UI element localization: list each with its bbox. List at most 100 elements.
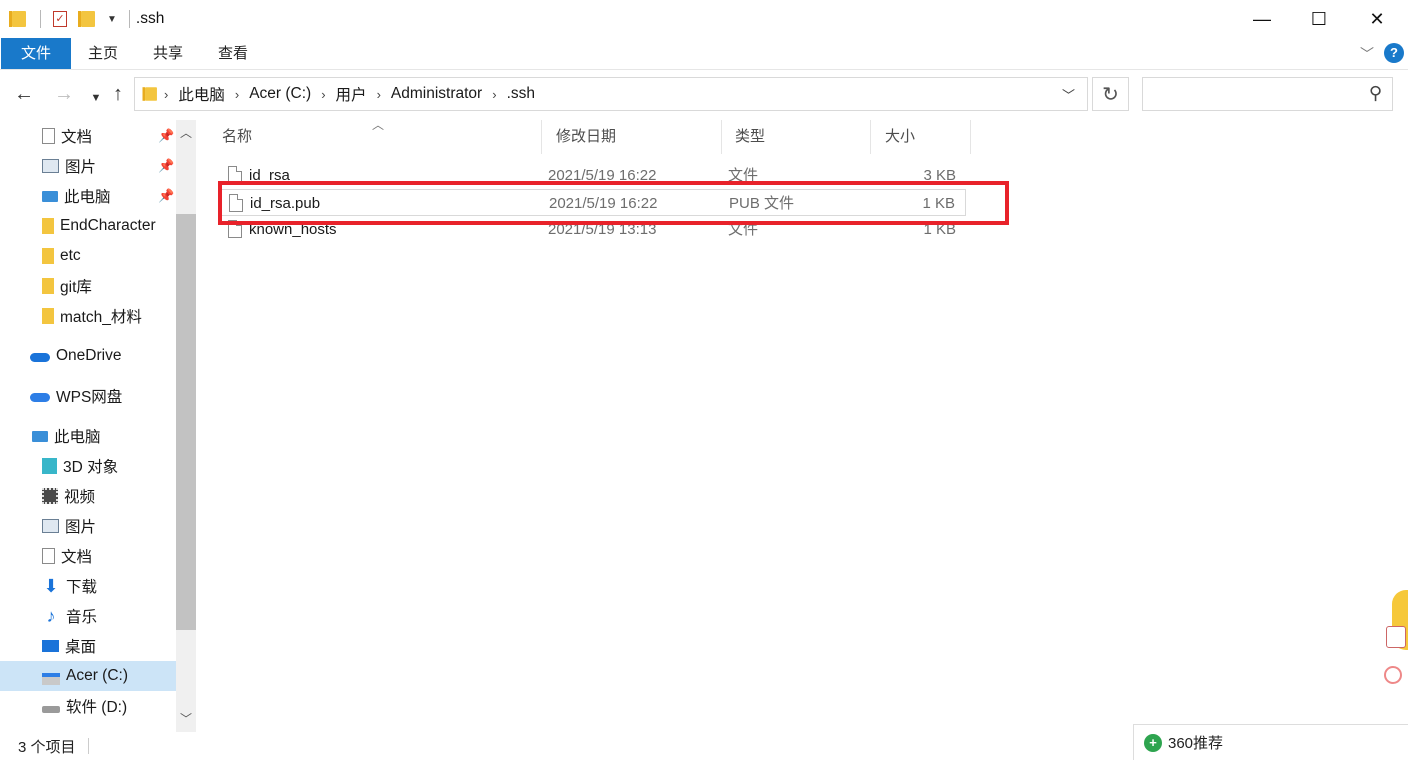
recent-locations-button[interactable]: ▼ — [84, 88, 108, 108]
sidebar-item-pictures[interactable]: 图片 — [42, 511, 96, 541]
file-size: 1 KB — [923, 221, 956, 238]
search-box[interactable]: ⚲ — [1142, 77, 1393, 111]
sidebar-item-endcharacter[interactable]: EndCharacter — [42, 211, 156, 241]
pin-icon[interactable]: 📌 — [158, 128, 174, 144]
document-icon — [42, 548, 55, 564]
navigation-bar: ← → ▼ ↑ › 此电脑 › Acer (C:) › 用户 › Adminis… — [0, 70, 1408, 118]
back-button[interactable]: ← — [12, 84, 36, 104]
sidebar-item-label: 3D 对象 — [63, 459, 119, 476]
sidebar-item-drive-d[interactable]: 软件 (D:) — [42, 691, 127, 721]
file-type: 文件 — [728, 167, 759, 184]
tab-file[interactable]: 文件 — [1, 38, 71, 69]
pin-icon[interactable]: 📌 — [158, 158, 174, 174]
sidebar-item-label: WPS网盘 — [56, 389, 123, 406]
file-date: 2021/5/19 13:13 — [548, 221, 657, 238]
file-row[interactable]: known_hosts 2021/5/19 13:13 文件 1 KB — [218, 216, 966, 243]
onedrive-icon — [30, 352, 50, 362]
drive-c-icon — [42, 673, 60, 685]
minimize-button[interactable]: — — [1233, 0, 1291, 38]
sidebar-item-music[interactable]: ♪ 音乐 — [42, 601, 98, 631]
breadcrumb-ssh[interactable]: .ssh — [507, 85, 535, 103]
sidebar-item-desktop[interactable]: 桌面 — [42, 631, 96, 661]
file-type: 文件 — [728, 221, 759, 238]
breadcrumb-this-pc[interactable]: 此电脑 — [178, 83, 225, 105]
chevron-right-icon[interactable]: › — [235, 87, 239, 102]
pin-icon[interactable]: 📌 — [158, 188, 174, 204]
sidebar-scroll-thumb[interactable] — [176, 214, 196, 630]
tab-view[interactable]: 查看 — [218, 38, 248, 69]
customize-toolbar-icon[interactable]: ▼ — [107, 14, 117, 25]
file-size: 3 KB — [923, 167, 956, 184]
sidebar-item-label: 图片 — [65, 159, 97, 176]
tab-share[interactable]: 共享 — [153, 38, 183, 69]
file-name: id_rsa — [249, 167, 290, 184]
chevron-right-icon[interactable]: › — [377, 87, 381, 102]
navigation-pane: 文档 📌 图片 📌 此电脑 📌 EndCharacter etc git库 ma… — [0, 120, 196, 732]
help-icon[interactable]: ? — [1384, 43, 1404, 63]
search-icon[interactable]: ⚲ — [1369, 83, 1382, 104]
sidebar-item-label: 下载 — [66, 579, 98, 596]
computer-icon — [32, 430, 48, 442]
column-header-type[interactable]: 类型 — [721, 120, 871, 154]
3d-objects-icon — [42, 458, 57, 474]
sidebar-item-wps[interactable]: WPS网盘 — [30, 381, 122, 411]
sidebar-item-match[interactable]: match_材料 — [42, 301, 142, 331]
file-row-focused[interactable]: id_rsa.pub 2021/5/19 16:22 PUB 文件 1 KB — [218, 189, 966, 216]
assistant-mascot[interactable] — [1382, 590, 1408, 690]
sidebar-item-downloads[interactable]: ⬇ 下载 — [42, 571, 97, 601]
properties-icon[interactable]: ✓ — [53, 11, 67, 27]
sidebar-item-documents[interactable]: 文档 — [42, 541, 92, 571]
folder-icon — [42, 308, 54, 324]
column-header-size[interactable]: 大小 — [871, 120, 971, 154]
scroll-down-icon[interactable]: ﹀ — [176, 710, 196, 727]
sidebar-item-3d-objects[interactable]: 3D 对象 — [42, 451, 118, 481]
sidebar-item-onedrive[interactable]: OneDrive — [30, 341, 121, 371]
file-row[interactable]: id_rsa 2021/5/19 16:22 文件 3 KB — [218, 162, 966, 189]
chevron-right-icon[interactable]: › — [164, 87, 168, 102]
sidebar-item-etc[interactable]: etc — [42, 241, 81, 271]
desktop-icon — [42, 640, 59, 652]
recommend-360-popup[interactable]: + 360推荐 — [1133, 724, 1408, 760]
address-dropdown-icon[interactable]: ﹀ — [1062, 85, 1075, 104]
column-header-name[interactable]: 名称 — [208, 120, 542, 154]
breadcrumb-users[interactable]: 用户 — [336, 83, 367, 105]
chevron-right-icon[interactable]: › — [492, 87, 496, 102]
chevron-right-icon[interactable]: › — [321, 87, 325, 102]
new-folder-icon[interactable] — [78, 11, 95, 27]
search-input[interactable] — [1149, 78, 1353, 110]
sidebar-item-documents-qa[interactable]: 文档 — [42, 121, 92, 151]
sidebar-item-git[interactable]: git库 — [42, 271, 92, 301]
file-type: PUB 文件 — [729, 195, 795, 212]
refresh-button[interactable]: ↻ — [1092, 77, 1129, 111]
sidebar-item-this-pc-qa[interactable]: 此电脑 — [42, 181, 111, 211]
sidebar-item-label: EndCharacter — [60, 217, 156, 234]
cloud-icon — [30, 392, 50, 402]
tab-home[interactable]: 主页 — [88, 38, 118, 69]
computer-icon — [42, 190, 58, 202]
sidebar-item-drive-c[interactable]: Acer (C:) — [0, 661, 176, 691]
breadcrumb-drive-c[interactable]: Acer (C:) — [249, 85, 311, 103]
maximize-button[interactable]: ☐ — [1290, 0, 1348, 38]
scroll-up-icon[interactable]: ︿ — [176, 124, 196, 141]
file-date: 2021/5/19 16:22 — [549, 195, 658, 212]
quick-access-toolbar: ✓ ▼ .ssh — [9, 9, 164, 29]
folder-icon — [42, 278, 54, 294]
breadcrumb-administrator[interactable]: Administrator — [391, 85, 482, 103]
close-button[interactable]: ✕ — [1348, 0, 1406, 38]
download-icon: ⬇ — [43, 576, 59, 596]
drive-d-icon — [42, 705, 60, 713]
expand-ribbon-icon[interactable]: ﹀ — [1360, 44, 1374, 64]
forward-button[interactable]: → — [52, 84, 76, 104]
column-header-date[interactable]: 修改日期 — [542, 120, 722, 154]
file-icon — [229, 194, 243, 212]
file-size: 1 KB — [922, 195, 955, 212]
address-bar[interactable]: › 此电脑 › Acer (C:) › 用户 › Administrator ›… — [134, 77, 1088, 111]
file-icon — [228, 166, 242, 184]
music-icon: ♪ — [46, 606, 56, 626]
up-button[interactable]: ↑ — [106, 84, 130, 104]
sidebar-item-label: 此电脑 — [64, 189, 111, 206]
sidebar-item-videos[interactable]: 视频 — [42, 481, 95, 511]
sidebar-item-this-pc[interactable]: 此电脑 — [32, 421, 101, 451]
pictures-icon — [42, 519, 59, 533]
sidebar-item-pictures-qa[interactable]: 图片 — [42, 151, 96, 181]
